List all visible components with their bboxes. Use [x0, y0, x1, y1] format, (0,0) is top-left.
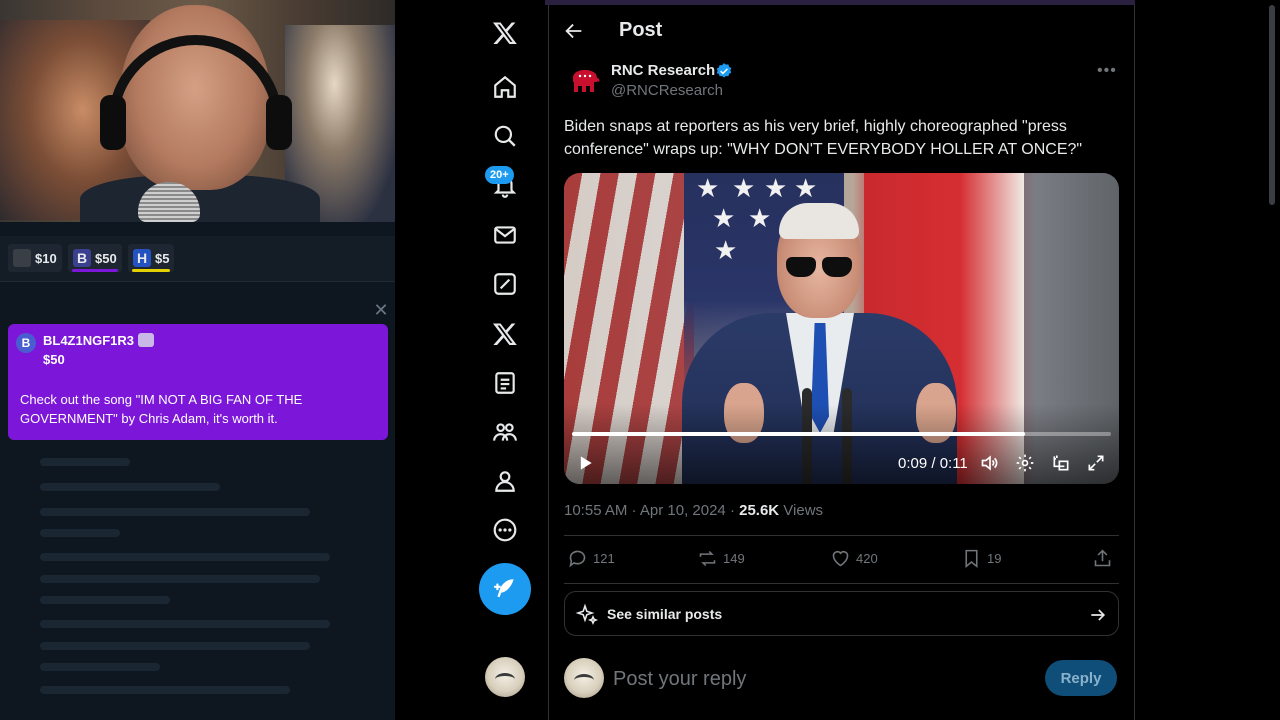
column-divider — [1134, 5, 1135, 720]
emote-icon — [138, 333, 154, 347]
play-icon[interactable] — [574, 452, 596, 474]
post-detail: Post RNC Research @RNCResearch ••• Biden… — [549, 0, 1134, 720]
stream-overlay: $10 B $50 H $5 ✕ B BL4Z1NGF1R3 $50 Check… — [0, 0, 395, 720]
divider — [564, 535, 1119, 536]
donor-chip: H $5 — [128, 244, 175, 272]
gear-icon[interactable] — [1014, 452, 1036, 474]
reply-button[interactable]: Reply — [1045, 660, 1117, 696]
profile-icon[interactable] — [487, 463, 523, 499]
bookmark-count: 19 — [987, 551, 1002, 566]
sunglasses — [786, 257, 852, 279]
repost-action[interactable]: 149 — [697, 548, 745, 569]
donor-bar: $10 B $50 H $5 — [0, 236, 395, 282]
back-arrow-icon[interactable] — [563, 20, 585, 42]
views-label: Views — [779, 502, 824, 519]
see-similar-posts-button[interactable]: See similar posts — [564, 591, 1119, 636]
donor-amount: $5 — [155, 250, 170, 266]
author-handle[interactable]: @RNCResearch — [611, 82, 723, 99]
bookmark-action[interactable]: 19 — [961, 548, 1001, 569]
super-chat-username: BL4Z1NGF1R3 — [43, 333, 135, 348]
share-action[interactable] — [1092, 548, 1113, 569]
reply-count: 121 — [593, 551, 615, 566]
share-icon — [1094, 549, 1111, 567]
home-icon[interactable] — [487, 69, 523, 105]
dock-video-icon[interactable] — [1050, 452, 1072, 474]
super-chat-amount: $50 — [43, 352, 65, 367]
donor-underline — [132, 269, 171, 272]
see-similar-posts-label: See similar posts — [607, 606, 723, 622]
divider — [564, 583, 1119, 584]
reply-avatar — [564, 658, 604, 698]
more-icon[interactable] — [487, 512, 523, 548]
notifications-badge: 20+ — [485, 166, 514, 184]
webcam-feed — [0, 0, 395, 222]
post-text: Biden snaps at reporters as his very bri… — [564, 118, 1083, 158]
more-options-icon[interactable]: ••• — [1097, 62, 1119, 80]
post-actions: 121 149 420 19 — [564, 548, 1119, 572]
compose-post-button[interactable] — [479, 563, 531, 615]
comment-icon — [569, 550, 586, 568]
like-action[interactable]: 420 — [830, 548, 878, 569]
communities-icon[interactable] — [487, 414, 523, 450]
post-metadata: 10:55 AM · Apr 10, 2024 · 25.6K Views — [564, 502, 823, 519]
account-avatar[interactable] — [485, 657, 525, 697]
volume-icon[interactable] — [979, 452, 1001, 474]
x-premium-icon[interactable] — [487, 316, 523, 352]
super-chat-card: B BL4Z1NGF1R3 $50 Check out the song "IM… — [8, 324, 388, 440]
scrollbar[interactable] — [1269, 5, 1275, 205]
headphone-earcup-left — [100, 95, 126, 150]
donor-avatar: B — [73, 249, 91, 267]
author-name[interactable]: RNC Research — [611, 62, 715, 79]
fullscreen-icon[interactable] — [1085, 452, 1107, 474]
rnc-elephant-logo[interactable] — [569, 66, 601, 96]
donor-underline — [72, 269, 118, 272]
donor-avatar: H — [133, 249, 151, 267]
like-count: 420 — [856, 551, 878, 566]
video-progress-bar[interactable] — [572, 432, 1111, 436]
headphone-earcup-right — [266, 95, 292, 150]
x-app: 20+ Post RNC Research @RNCResearch ••• B… — [395, 0, 1280, 720]
sparkle-icon — [575, 603, 599, 626]
reply-input[interactable] — [613, 666, 1013, 692]
grok-icon[interactable] — [487, 266, 523, 302]
repost-icon — [699, 550, 716, 567]
left-nav: 20+ — [465, 0, 545, 720]
bookmark-icon — [965, 549, 978, 569]
heart-icon — [832, 551, 849, 567]
feather-icon — [494, 579, 514, 598]
video-player[interactable]: ★ ★ ★ ★ ★ ★ ★ 0:09 / 0:11 — [564, 173, 1119, 484]
search-icon[interactable] — [487, 118, 523, 154]
speaker-hair — [779, 203, 859, 239]
donor-amount: $50 — [95, 250, 117, 266]
donor-avatar — [13, 249, 31, 267]
donor-chip: $10 — [8, 244, 62, 272]
views-count: 25.6K — [739, 502, 780, 519]
video-time: 0:09 / 0:11 — [898, 455, 968, 472]
repost-count: 149 — [723, 551, 745, 566]
arrow-right-icon — [1091, 609, 1106, 621]
post-timestamp[interactable]: 10:55 AM · Apr 10, 2024 · — [564, 502, 739, 519]
donor-amount: $10 — [35, 250, 57, 266]
verified-badge-icon — [716, 63, 732, 78]
super-chat-message: Check out the song "IM NOT A BIG FAN OF … — [20, 392, 303, 426]
super-chat-avatar: B — [16, 333, 36, 353]
lists-icon[interactable] — [487, 365, 523, 401]
x-logo-icon[interactable] — [487, 15, 523, 51]
mail-icon[interactable] — [487, 217, 523, 253]
reply-action[interactable]: 121 — [567, 548, 615, 569]
video-progress-fill — [572, 432, 1025, 436]
close-icon[interactable]: ✕ — [371, 300, 391, 320]
page-title: Post — [619, 19, 663, 41]
donor-chip: B $50 — [68, 244, 122, 272]
